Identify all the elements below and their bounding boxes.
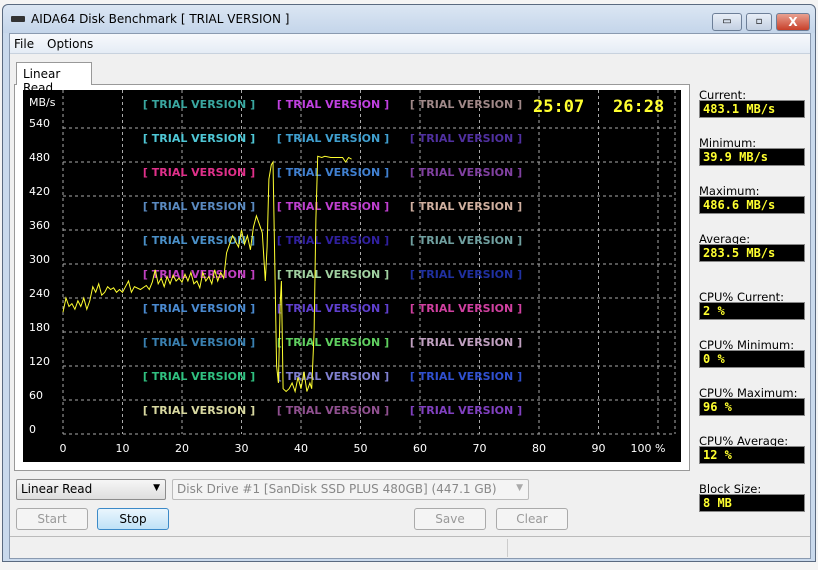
x-tick-label: 100 % (631, 442, 666, 455)
x-tick-label: 20 (175, 442, 189, 455)
menu-bar: File Options (10, 34, 810, 54)
close-icon: X (788, 15, 798, 29)
trial-watermark: [ TRIAL VERSION ] (410, 166, 522, 179)
dropdown-arrow-icon: ▼ (516, 483, 523, 493)
trial-watermark: [ TRIAL VERSION ] (410, 268, 522, 281)
stat-value: 8 MB (699, 494, 805, 512)
y-tick-label: 0 (29, 423, 36, 436)
trial-watermark: [ TRIAL VERSION ] (410, 336, 522, 349)
dropdown-arrow-icon: ▼ (153, 483, 160, 493)
status-divider (507, 539, 508, 557)
drive-value: Disk Drive #1 [SanDisk SSD PLUS 480GB] (… (177, 482, 497, 496)
stat-value: 96 % (699, 398, 805, 416)
trial-watermark: [ TRIAL VERSION ] (143, 166, 255, 179)
y-tick-label: 360 (29, 219, 50, 232)
y-tick-label: 420 (29, 185, 50, 198)
stat-value: 483.1 MB/s (699, 100, 805, 118)
x-tick-label: 90 (592, 442, 606, 455)
y-axis-label: MB/s (29, 96, 56, 109)
trial-watermark: [ TRIAL VERSION ] (143, 98, 255, 111)
elapsed-time: 25:07 (533, 97, 584, 117)
window-title: AIDA64 Disk Benchmark [ TRIAL VERSION ] (31, 12, 290, 26)
trial-watermark: [ TRIAL VERSION ] (277, 268, 389, 281)
trial-watermark: [ TRIAL VERSION ] (277, 98, 389, 111)
menu-file[interactable]: File (14, 37, 34, 51)
client-area: File Options Linear Read [ TRIAL VERSION… (9, 33, 811, 559)
trial-watermark: [ TRIAL VERSION ] (143, 336, 255, 349)
y-tick-label: 540 (29, 117, 50, 130)
trial-watermark: [ TRIAL VERSION ] (410, 370, 522, 383)
trial-watermark: [ TRIAL VERSION ] (277, 370, 389, 383)
trial-watermark: [ TRIAL VERSION ] (410, 98, 522, 111)
trial-watermark: [ TRIAL VERSION ] (277, 132, 389, 145)
clear-button[interactable]: Clear (496, 508, 568, 530)
trial-watermark: [ TRIAL VERSION ] (277, 404, 389, 417)
trial-watermark: [ TRIAL VERSION ] (277, 302, 389, 315)
x-tick-label: 0 (60, 442, 67, 455)
y-tick-label: 120 (29, 355, 50, 368)
trial-watermark: [ TRIAL VERSION ] (277, 166, 389, 179)
tab-linear-read[interactable]: Linear Read (16, 62, 92, 95)
minimize-button[interactable]: ▭ (712, 13, 742, 31)
save-button[interactable]: Save (414, 508, 486, 530)
drive-select[interactable]: Disk Drive #1 [SanDisk SSD PLUS 480GB] (… (172, 479, 529, 500)
trial-watermark: [ TRIAL VERSION ] (143, 200, 255, 213)
y-tick-label: 60 (29, 389, 43, 402)
x-tick-label: 70 (473, 442, 487, 455)
test-type-select[interactable]: Linear Read ▼ (16, 479, 166, 500)
trial-watermark: [ TRIAL VERSION ] (143, 268, 255, 281)
trial-watermark: [ TRIAL VERSION ] (410, 404, 522, 417)
drive-icon (11, 16, 25, 22)
close-button[interactable]: X (776, 13, 810, 31)
y-tick-label: 240 (29, 287, 50, 300)
stat-value: 283.5 MB/s (699, 244, 805, 262)
stop-button[interactable]: Stop (97, 508, 169, 530)
stat-value: 2 % (699, 302, 805, 320)
trial-watermark: [ TRIAL VERSION ] (143, 234, 255, 247)
stat-value: 486.6 MB/s (699, 196, 805, 214)
trial-watermark: [ TRIAL VERSION ] (410, 302, 522, 315)
status-bar (10, 536, 810, 558)
menu-options[interactable]: Options (47, 37, 93, 51)
start-button[interactable]: Start (16, 508, 88, 530)
stat-value: 12 % (699, 446, 805, 464)
stat-value: 0 % (699, 350, 805, 368)
trial-watermark: [ TRIAL VERSION ] (143, 132, 255, 145)
trial-watermark: [ TRIAL VERSION ] (277, 200, 389, 213)
trial-watermark: [ TRIAL VERSION ] (277, 336, 389, 349)
x-tick-label: 10 (116, 442, 130, 455)
app-window: AIDA64 Disk Benchmark [ TRIAL VERSION ] … (2, 4, 816, 562)
minimize-icon: ▭ (722, 16, 732, 27)
x-tick-label: 60 (413, 442, 427, 455)
trial-watermark: [ TRIAL VERSION ] (277, 234, 389, 247)
benchmark-chart: [ TRIAL VERSION ] [ TRIAL VERSION ] [ TRIA… (23, 90, 681, 462)
maximize-icon: ▫ (755, 16, 763, 27)
x-tick-label: 80 (532, 442, 546, 455)
maximize-button[interactable]: ▫ (746, 13, 772, 31)
trial-watermark: [ TRIAL VERSION ] (410, 132, 522, 145)
y-tick-label: 480 (29, 151, 50, 164)
elapsed-time: 26:28 (613, 97, 664, 117)
trial-watermark: [ TRIAL VERSION ] (143, 370, 255, 383)
title-bar[interactable]: AIDA64 Disk Benchmark [ TRIAL VERSION ] … (3, 5, 815, 33)
x-tick-label: 30 (235, 442, 249, 455)
x-tick-label: 50 (354, 442, 368, 455)
trial-watermark: [ TRIAL VERSION ] (410, 200, 522, 213)
y-tick-label: 300 (29, 253, 50, 266)
trial-watermark: [ TRIAL VERSION ] (410, 234, 522, 247)
y-tick-label: 180 (29, 321, 50, 334)
test-type-value: Linear Read (21, 482, 93, 496)
chart-svg: [ TRIAL VERSION ] [ TRIAL VERSION ] [ TRIA… (29, 90, 676, 455)
stat-value: 39.9 MB/s (699, 148, 805, 166)
trial-watermark: [ TRIAL VERSION ] (143, 404, 255, 417)
trial-watermark: [ TRIAL VERSION ] (143, 302, 255, 315)
x-tick-label: 40 (294, 442, 308, 455)
